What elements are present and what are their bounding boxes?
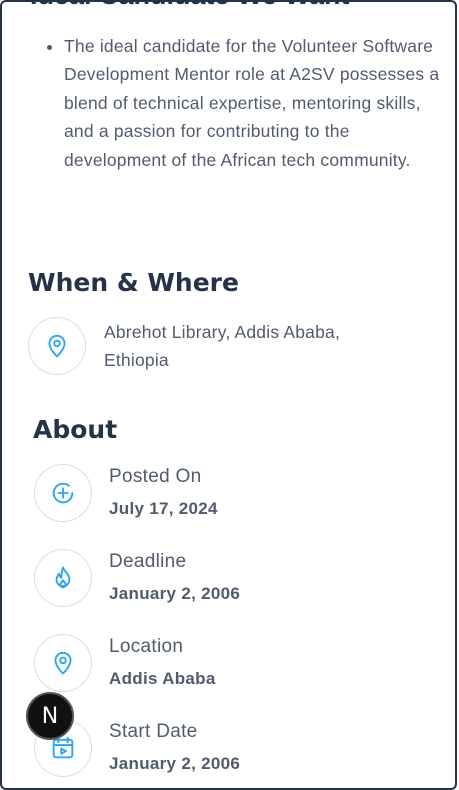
when-where-heading: When & Where: [28, 268, 239, 297]
deadline-label: Deadline: [109, 551, 187, 572]
posted-on-value: July 17, 2024: [109, 499, 218, 518]
plus-circle-icon: [34, 464, 92, 522]
floating-n-button[interactable]: N: [26, 692, 74, 740]
ideal-candidate-list: The ideal candidate for the Volunteer So…: [38, 32, 444, 174]
location-value: Addis Ababa: [109, 669, 216, 688]
about-heading: About: [33, 415, 118, 444]
location-pin-icon: [34, 634, 92, 692]
event-location: Abrehot Library, Addis Ababa, Ethiopia: [104, 322, 341, 370]
start-date-value: January 2, 2006: [109, 754, 241, 773]
deadline-value: January 2, 2006: [109, 584, 241, 603]
location-pin-icon: [28, 317, 86, 375]
location-label: Location: [109, 636, 184, 657]
fire-icon: [34, 549, 92, 607]
job-detail-panel: Ideal Candidate We Want The ideal candid…: [0, 0, 457, 790]
ideal-candidate-heading: Ideal Candidate We Want: [30, 0, 350, 11]
list-item: The ideal candidate for the Volunteer So…: [64, 32, 444, 174]
start-date-label: Start Date: [109, 721, 198, 742]
posted-on-label: Posted On: [109, 466, 202, 487]
